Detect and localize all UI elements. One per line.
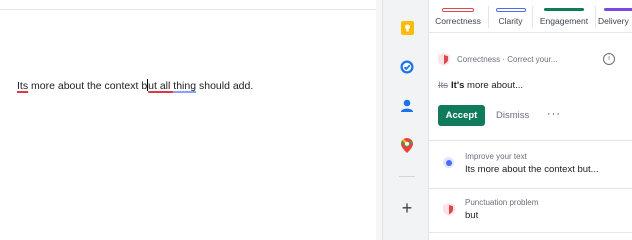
more-options-button[interactable]: ··· — [547, 105, 561, 126]
correctness-shield-icon — [438, 53, 450, 66]
tab-label: Correctness — [435, 16, 481, 26]
keep-icon[interactable] — [400, 21, 414, 35]
document-area[interactable]: Its more about the context but all thing… — [0, 0, 382, 240]
document-text-segment: should add. — [196, 80, 254, 92]
dismiss-button[interactable]: Dismiss — [496, 105, 529, 126]
document-divider — [0, 9, 382, 10]
info-icon[interactable]: i — [603, 53, 615, 65]
tab-indicator — [544, 8, 584, 11]
document-text[interactable]: Its more about the context but all thing… — [17, 79, 253, 92]
tab-indicator — [495, 8, 526, 12]
tab-label: Engagement — [539, 16, 589, 26]
contacts-icon[interactable] — [400, 99, 414, 113]
original-text: Its — [438, 80, 449, 91]
replacement-text: It's — [451, 80, 465, 91]
iconbar-divider — [399, 176, 415, 177]
preview-rest: more about... — [464, 80, 524, 91]
tab-engagement[interactable]: Engagement — [533, 0, 595, 32]
suggestion-header: Punctuation problem — [465, 198, 539, 207]
suggestion-card-punctuation[interactable] — [428, 189, 632, 232]
tab-delivery[interactable]: Delivery — [597, 0, 632, 32]
suggestion-header: Improve your text — [465, 152, 527, 161]
tab-divider — [595, 6, 596, 28]
category-tabs: Correctness Clarity Engagement Delivery — [429, 0, 632, 33]
clarity-icon — [443, 157, 454, 168]
flagged-segment-but[interactable]: ut all — [148, 80, 173, 92]
add-icon[interactable]: + — [400, 199, 414, 217]
tab-label: Clarity — [498, 16, 523, 26]
correctness-shield-icon — [443, 203, 455, 216]
tab-indicator — [604, 8, 632, 11]
accept-button[interactable]: Accept — [438, 105, 485, 126]
suggestion-text: but — [465, 210, 479, 221]
card-divider — [428, 232, 632, 233]
suggestion-header: Correctness · Correct your... — [457, 55, 558, 64]
maps-icon[interactable] — [400, 137, 414, 153]
tasks-icon[interactable] — [400, 60, 414, 74]
tab-correctness[interactable]: Correctness — [429, 0, 487, 32]
suggestion-preview: Its It's more about... — [438, 80, 523, 91]
flagged-word-thing[interactable]: thing — [173, 80, 196, 92]
tab-clarity[interactable]: Clarity — [489, 0, 532, 32]
tab-indicator — [442, 8, 474, 12]
flagged-word-its[interactable]: Its — [17, 80, 28, 92]
document-text-segment: more about the context b — [28, 80, 148, 92]
suggestion-text: Its more about the context but... — [465, 164, 599, 175]
tab-label: Delivery — [598, 16, 629, 26]
side-panel-bar: + — [382, 0, 429, 240]
